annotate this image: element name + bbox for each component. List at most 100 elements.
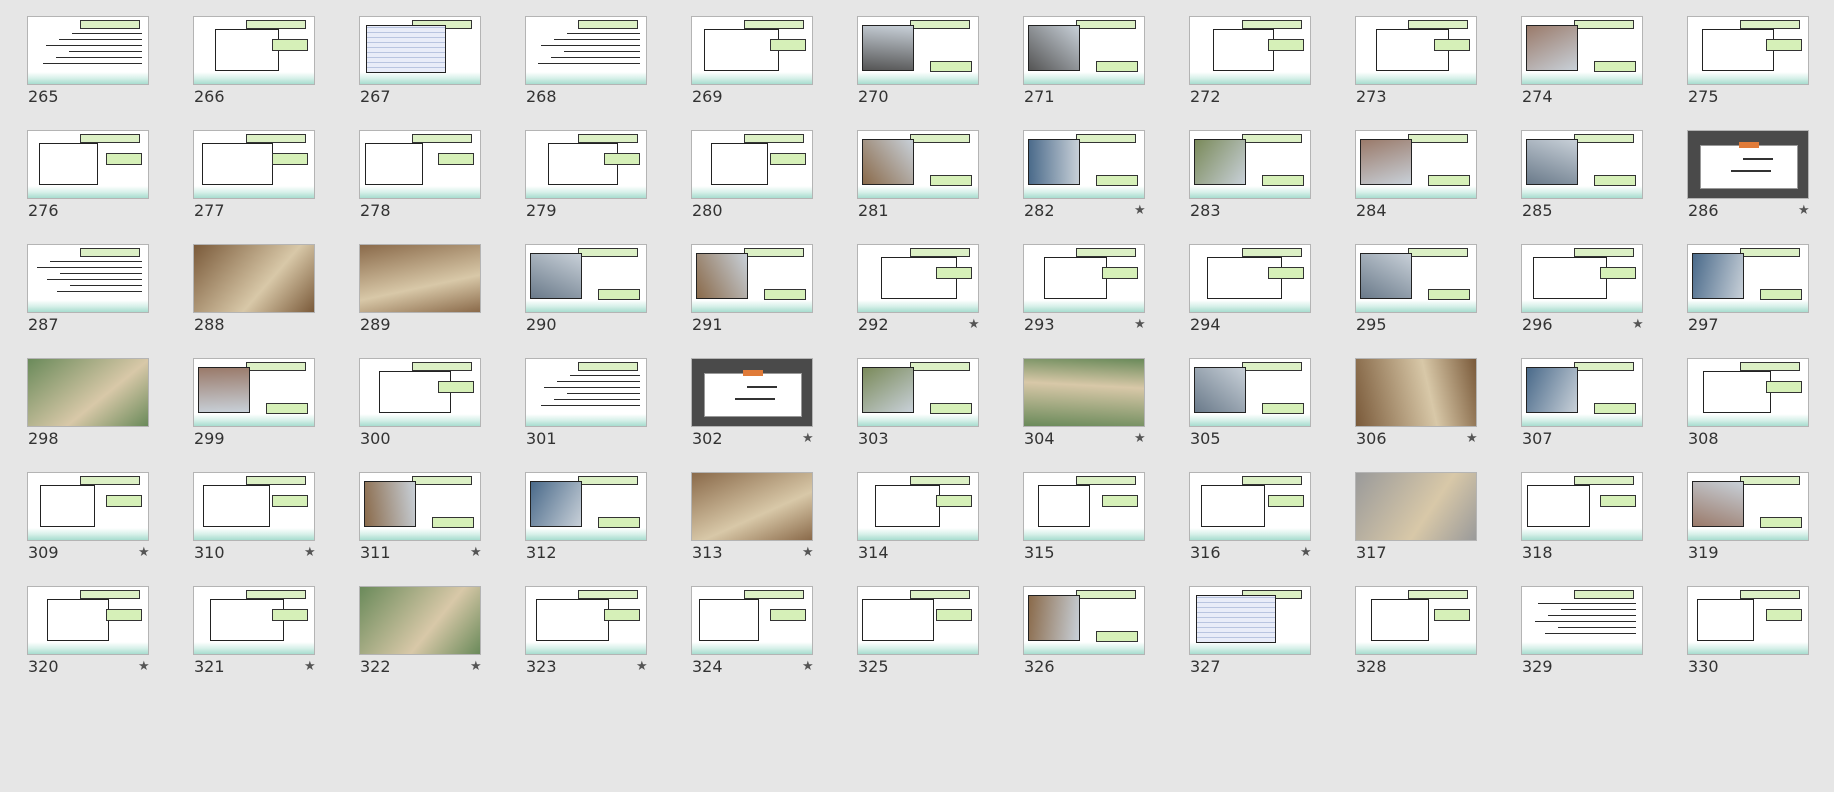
slide-preview[interactable]: [858, 245, 978, 312]
slide-thumbnail[interactable]: 325: [830, 570, 996, 690]
slide-preview[interactable]: [1522, 359, 1642, 426]
slide-thumbnail[interactable]: 310 ★: [166, 456, 332, 576]
slide-preview[interactable]: [1688, 587, 1808, 654]
slide-preview[interactable]: [1522, 131, 1642, 198]
slide-preview[interactable]: [28, 587, 148, 654]
slide-thumbnail[interactable]: 302 ★: [664, 342, 830, 462]
slide-thumbnail[interactable]: 280: [664, 114, 830, 234]
slide-preview[interactable]: [1356, 17, 1476, 84]
slide-thumbnail[interactable]: 292 ★: [830, 228, 996, 348]
slide-preview[interactable]: [692, 131, 812, 198]
slide-thumbnail[interactable]: 282 ★: [996, 114, 1162, 234]
slide-preview[interactable]: [858, 17, 978, 84]
slide-preview[interactable]: [28, 359, 148, 426]
slide-preview[interactable]: [858, 131, 978, 198]
slide-thumbnail[interactable]: 270: [830, 0, 996, 120]
slide-thumbnail[interactable]: 303: [830, 342, 996, 462]
slide-preview[interactable]: [1522, 245, 1642, 312]
slide-thumbnail[interactable]: 306 ★: [1328, 342, 1494, 462]
slide-preview[interactable]: [28, 131, 148, 198]
slide-thumbnail[interactable]: 290: [498, 228, 664, 348]
slide-thumbnail[interactable]: 287: [0, 228, 166, 348]
slide-thumbnail[interactable]: 298: [0, 342, 166, 462]
slide-preview[interactable]: [360, 359, 480, 426]
slide-thumbnail[interactable]: 318: [1494, 456, 1660, 576]
slide-preview[interactable]: [1356, 245, 1476, 312]
slide-thumbnail[interactable]: 301: [498, 342, 664, 462]
slide-thumbnail[interactable]: 285: [1494, 114, 1660, 234]
slide-preview[interactable]: [526, 131, 646, 198]
slide-preview[interactable]: [1024, 17, 1144, 84]
slide-thumbnail[interactable]: 276: [0, 114, 166, 234]
slide-thumbnail[interactable]: 269: [664, 0, 830, 120]
slide-thumbnail[interactable]: 327: [1162, 570, 1328, 690]
slide-thumbnail[interactable]: 275: [1660, 0, 1826, 120]
slide-preview[interactable]: [194, 359, 314, 426]
slide-thumbnail[interactable]: 316 ★: [1162, 456, 1328, 576]
slide-thumbnail[interactable]: 322 ★: [332, 570, 498, 690]
slide-preview[interactable]: [360, 17, 480, 84]
slide-preview[interactable]: [692, 473, 812, 540]
slide-thumbnail[interactable]: 293 ★: [996, 228, 1162, 348]
slide-preview[interactable]: [692, 17, 812, 84]
slide-preview[interactable]: [194, 17, 314, 84]
slide-thumbnail[interactable]: 268: [498, 0, 664, 120]
slide-thumbnail[interactable]: 305: [1162, 342, 1328, 462]
slide-preview[interactable]: [1024, 245, 1144, 312]
slide-preview[interactable]: [1356, 359, 1476, 426]
slide-thumbnail[interactable]: 309 ★: [0, 456, 166, 576]
slide-preview[interactable]: [28, 245, 148, 312]
slide-thumbnail[interactable]: 324 ★: [664, 570, 830, 690]
slide-thumbnail[interactable]: 289: [332, 228, 498, 348]
slide-thumbnail[interactable]: 304 ★: [996, 342, 1162, 462]
slide-preview[interactable]: [360, 473, 480, 540]
slide-preview[interactable]: [1356, 131, 1476, 198]
slide-thumbnail[interactable]: 307: [1494, 342, 1660, 462]
slide-thumbnail[interactable]: 283: [1162, 114, 1328, 234]
slide-preview[interactable]: [692, 587, 812, 654]
slide-thumbnail[interactable]: 314: [830, 456, 996, 576]
slide-preview[interactable]: [194, 245, 314, 312]
slide-preview[interactable]: [692, 245, 812, 312]
slide-preview[interactable]: [194, 587, 314, 654]
slide-thumbnail[interactable]: 319: [1660, 456, 1826, 576]
slide-thumbnail[interactable]: 326: [996, 570, 1162, 690]
slide-thumbnail[interactable]: 330: [1660, 570, 1826, 690]
slide-thumbnail[interactable]: 277: [166, 114, 332, 234]
slide-thumbnail[interactable]: 279: [498, 114, 664, 234]
slide-preview[interactable]: [1190, 359, 1310, 426]
slide-preview[interactable]: [526, 359, 646, 426]
slide-preview[interactable]: [1688, 245, 1808, 312]
slide-preview[interactable]: [28, 17, 148, 84]
slide-preview[interactable]: [360, 131, 480, 198]
slide-preview[interactable]: [1356, 473, 1476, 540]
slide-preview[interactable]: [1688, 131, 1808, 198]
slide-preview[interactable]: [1024, 359, 1144, 426]
slide-thumbnail[interactable]: 313 ★: [664, 456, 830, 576]
slide-thumbnail[interactable]: 315: [996, 456, 1162, 576]
slide-preview[interactable]: [1190, 473, 1310, 540]
slide-thumbnail[interactable]: 311 ★: [332, 456, 498, 576]
slide-thumbnail[interactable]: 308: [1660, 342, 1826, 462]
slide-thumbnail[interactable]: 296 ★: [1494, 228, 1660, 348]
slide-preview[interactable]: [858, 587, 978, 654]
slide-preview[interactable]: [692, 359, 812, 426]
slide-preview[interactable]: [526, 17, 646, 84]
slide-preview[interactable]: [858, 359, 978, 426]
slide-preview[interactable]: [28, 473, 148, 540]
slide-thumbnail[interactable]: 317: [1328, 456, 1494, 576]
slide-thumbnail[interactable]: 266: [166, 0, 332, 120]
slide-preview[interactable]: [526, 245, 646, 312]
slide-preview[interactable]: [1024, 131, 1144, 198]
slide-preview[interactable]: [360, 587, 480, 654]
slide-thumbnail[interactable]: 294: [1162, 228, 1328, 348]
slide-thumbnail[interactable]: 278: [332, 114, 498, 234]
slide-preview[interactable]: [1190, 131, 1310, 198]
slide-thumbnail[interactable]: 321 ★: [166, 570, 332, 690]
slide-thumbnail[interactable]: 295: [1328, 228, 1494, 348]
slide-thumbnail[interactable]: 328: [1328, 570, 1494, 690]
slide-preview[interactable]: [194, 473, 314, 540]
slide-preview[interactable]: [1024, 587, 1144, 654]
slide-thumbnail[interactable]: 265: [0, 0, 166, 120]
slide-thumbnail[interactable]: 272: [1162, 0, 1328, 120]
